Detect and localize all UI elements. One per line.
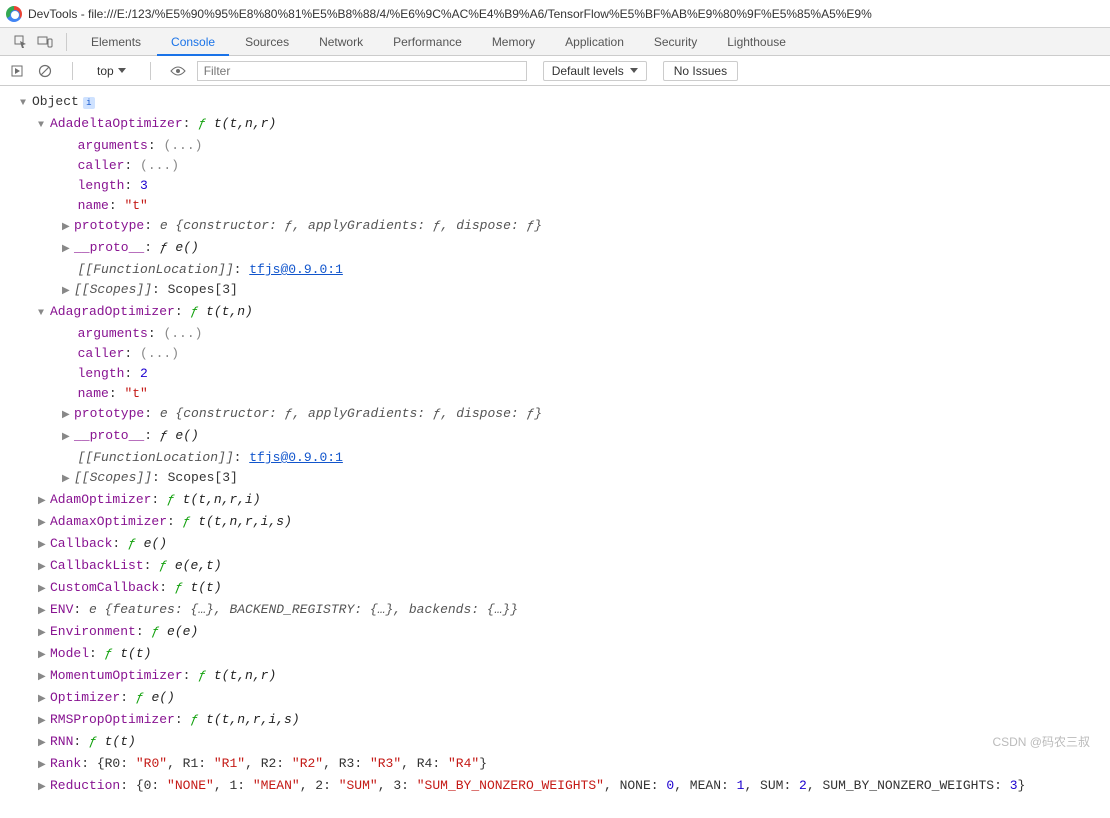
window-title: DevTools - file:///E:/123/%E5%90%95%E8%8… bbox=[28, 7, 872, 21]
tree-row-optimizer[interactable]: Optimizer: ƒ e() bbox=[20, 688, 1100, 710]
tree-row-reduction[interactable]: Reduction: {0: "NONE", 1: "MEAN", 2: "SU… bbox=[20, 776, 1100, 798]
toggle-icon[interactable] bbox=[38, 778, 48, 798]
prop-funcloc[interactable]: [[FunctionLocation]]: tfjs@0.9.0:1 bbox=[20, 448, 1100, 468]
toggle-icon[interactable] bbox=[62, 470, 72, 490]
toggle-icon[interactable] bbox=[62, 218, 72, 238]
issues-button[interactable]: No Issues bbox=[663, 61, 738, 81]
prop-caller[interactable]: caller: (...) bbox=[20, 344, 1100, 364]
watermark: CSDN @码农三叔 bbox=[992, 733, 1090, 750]
tree-row-environment[interactable]: Environment: ƒ e(e) bbox=[20, 622, 1100, 644]
prop-proto[interactable]: __proto__: ƒ e() bbox=[20, 238, 1100, 260]
issues-label: No Issues bbox=[674, 64, 727, 78]
prop-proto[interactable]: __proto__: ƒ e() bbox=[20, 426, 1100, 448]
tree-row-rank[interactable]: Rank: {R0: "R0", R1: "R1", R2: "R2", R3:… bbox=[20, 754, 1100, 776]
tree-row-adadelta[interactable]: AdadeltaOptimizer: ƒ t(t,n,r) bbox=[20, 114, 1100, 136]
context-selector[interactable]: top bbox=[91, 62, 132, 80]
tree-row-momentum[interactable]: MomentumOptimizer: ƒ t(t,n,r) bbox=[20, 666, 1100, 688]
toggle-icon[interactable] bbox=[62, 240, 72, 260]
toggle-icon[interactable] bbox=[62, 406, 72, 426]
prop-arguments[interactable]: arguments: (...) bbox=[20, 324, 1100, 344]
inspect-element-icon[interactable] bbox=[10, 31, 32, 53]
clear-console-icon[interactable] bbox=[36, 62, 54, 80]
toggle-icon[interactable] bbox=[38, 646, 48, 666]
toggle-icon[interactable] bbox=[38, 668, 48, 688]
toggle-icon[interactable] bbox=[38, 514, 48, 534]
context-label: top bbox=[97, 64, 114, 78]
play-icon[interactable] bbox=[8, 62, 26, 80]
chevron-down-icon bbox=[630, 68, 638, 73]
toggle-icon[interactable] bbox=[38, 624, 48, 644]
divider bbox=[150, 62, 151, 80]
tree-row-adamax[interactable]: AdamaxOptimizer: ƒ t(t,n,r,i,s) bbox=[20, 512, 1100, 534]
object-root[interactable]: Objecti bbox=[20, 92, 1100, 114]
toggle-icon[interactable] bbox=[20, 94, 30, 114]
prop-name[interactable]: name: "t" bbox=[20, 384, 1100, 404]
console-toolbar: top Default levels No Issues bbox=[0, 56, 1110, 86]
prop-prototype[interactable]: prototype: e {constructor: ƒ, applyGradi… bbox=[20, 404, 1100, 426]
prop-caller[interactable]: caller: (...) bbox=[20, 156, 1100, 176]
tab-security[interactable]: Security bbox=[640, 28, 711, 56]
tab-sources[interactable]: Sources bbox=[231, 28, 303, 56]
tab-network[interactable]: Network bbox=[305, 28, 377, 56]
tree-row-callback[interactable]: Callback: ƒ e() bbox=[20, 534, 1100, 556]
toggle-icon[interactable] bbox=[38, 558, 48, 578]
device-toggle-icon[interactable] bbox=[34, 31, 56, 53]
tree-row-callbacklist[interactable]: CallbackList: ƒ e(e,t) bbox=[20, 556, 1100, 578]
prop-prototype[interactable]: prototype: e {constructor: ƒ, applyGradi… bbox=[20, 216, 1100, 238]
devtools-tabs: Elements Console Sources Network Perform… bbox=[0, 28, 1110, 56]
divider bbox=[66, 33, 67, 51]
prop-scopes[interactable]: [[Scopes]]: Scopes[3] bbox=[20, 280, 1100, 302]
window-title-bar: DevTools - file:///E:/123/%E5%90%95%E8%8… bbox=[0, 0, 1110, 28]
toggle-icon[interactable] bbox=[38, 690, 48, 710]
toggle-icon[interactable] bbox=[62, 282, 72, 302]
level-label: Default levels bbox=[552, 64, 624, 78]
prop-arguments[interactable]: arguments: (...) bbox=[20, 136, 1100, 156]
chevron-down-icon bbox=[118, 68, 126, 73]
tab-lighthouse[interactable]: Lighthouse bbox=[713, 28, 800, 56]
divider bbox=[72, 62, 73, 80]
eye-icon[interactable] bbox=[169, 62, 187, 80]
toggle-icon[interactable] bbox=[38, 602, 48, 622]
log-level-selector[interactable]: Default levels bbox=[543, 61, 647, 81]
tree-row-env[interactable]: ENV: e {features: {…}, BACKEND_REGISTRY:… bbox=[20, 600, 1100, 622]
prop-name[interactable]: name: "t" bbox=[20, 196, 1100, 216]
toggle-icon[interactable] bbox=[38, 580, 48, 600]
tree-row-adam[interactable]: AdamOptimizer: ƒ t(t,n,r,i) bbox=[20, 490, 1100, 512]
toggle-icon[interactable] bbox=[38, 116, 48, 136]
toggle-icon[interactable] bbox=[38, 304, 48, 324]
tree-row-rnn[interactable]: RNN: ƒ t(t) bbox=[20, 732, 1100, 754]
prop-funcloc[interactable]: [[FunctionLocation]]: tfjs@0.9.0:1 bbox=[20, 260, 1100, 280]
console-output: Objecti AdadeltaOptimizer: ƒ t(t,n,r) ar… bbox=[0, 86, 1110, 818]
tree-row-customcallback[interactable]: CustomCallback: ƒ t(t) bbox=[20, 578, 1100, 600]
chrome-logo-icon bbox=[6, 6, 22, 22]
tree-row-model[interactable]: Model: ƒ t(t) bbox=[20, 644, 1100, 666]
tab-performance[interactable]: Performance bbox=[379, 28, 476, 56]
prop-scopes[interactable]: [[Scopes]]: Scopes[3] bbox=[20, 468, 1100, 490]
info-icon[interactable]: i bbox=[83, 97, 95, 109]
tree-row-rms[interactable]: RMSPropOptimizer: ƒ t(t,n,r,i,s) bbox=[20, 710, 1100, 732]
tab-application[interactable]: Application bbox=[551, 28, 638, 56]
prop-length[interactable]: length: 2 bbox=[20, 364, 1100, 384]
toggle-icon[interactable] bbox=[38, 712, 48, 732]
filter-input[interactable] bbox=[197, 61, 527, 81]
toggle-icon[interactable] bbox=[38, 536, 48, 556]
tab-memory[interactable]: Memory bbox=[478, 28, 549, 56]
toggle-icon[interactable] bbox=[38, 492, 48, 512]
tab-elements[interactable]: Elements bbox=[77, 28, 155, 56]
prop-length[interactable]: length: 3 bbox=[20, 176, 1100, 196]
toggle-icon[interactable] bbox=[62, 428, 72, 448]
toggle-icon[interactable] bbox=[38, 734, 48, 754]
tab-console[interactable]: Console bbox=[157, 28, 229, 56]
toggle-icon[interactable] bbox=[38, 756, 48, 776]
tree-row-adagrad[interactable]: AdagradOptimizer: ƒ t(t,n) bbox=[20, 302, 1100, 324]
